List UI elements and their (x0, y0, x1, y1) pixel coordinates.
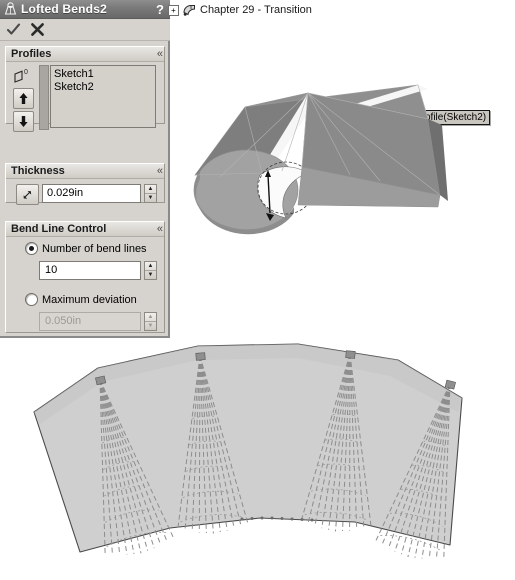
profiles-selection-list[interactable]: Sketch1 Sketch2 (50, 65, 156, 128)
stepper-down-icon: ▼ (147, 323, 154, 329)
part-document-icon (182, 3, 197, 17)
chevron-collapse-icon[interactable]: « (157, 165, 163, 177)
feature-tree-label: Chapter 29 - Transition (200, 4, 312, 16)
radio-maximum-deviation[interactable]: Maximum deviation (25, 293, 137, 306)
group-thickness: Thickness « 0.029in ▲ ▼ (5, 163, 165, 205)
svg-text:0: 0 (24, 69, 28, 76)
maximum-deviation-stepper: ▲ ▼ (144, 312, 157, 331)
radio-indicator[interactable] (25, 242, 38, 255)
cancel-button[interactable] (30, 22, 45, 37)
move-profile-down-button[interactable] (13, 111, 34, 132)
number-of-bend-lines-input[interactable]: 10 (39, 261, 141, 280)
group-bend-line-control-title: Bend Line Control (11, 223, 107, 235)
property-manager-titlebar: Lofted Bends2 ? (0, 0, 170, 19)
square-to-round-transition-model[interactable] (190, 55, 500, 245)
expand-icon[interactable]: + (168, 4, 179, 16)
group-thickness-title: Thickness (11, 165, 65, 177)
selection-color-strip (39, 65, 49, 130)
ok-button[interactable] (6, 22, 21, 37)
stepper-down-icon[interactable]: ▼ (145, 194, 156, 202)
stepper-up-icon: ▲ (145, 313, 156, 322)
group-bend-line-control-header[interactable]: Bend Line Control « (6, 222, 164, 237)
property-manager-panel: Lofted Bends2 ? Profiles « 0 Sketch1 Ske… (0, 0, 170, 338)
radio-indicator[interactable] (25, 293, 38, 306)
feature-tree-row[interactable]: + Chapter 29 - Transition (168, 3, 312, 17)
group-profiles-header[interactable]: Profiles « (6, 47, 164, 62)
radio-maximum-deviation-label: Maximum deviation (42, 293, 137, 306)
list-item[interactable]: Sketch2 (54, 81, 155, 94)
chevron-collapse-icon[interactable]: « (157, 223, 163, 235)
thickness-stepper[interactable]: ▲ ▼ (144, 184, 157, 203)
help-button[interactable]: ? (156, 3, 164, 16)
flat-pattern-with-bend-lines[interactable] (10, 340, 510, 578)
stepper-up-icon[interactable]: ▲ (145, 185, 156, 194)
move-profile-up-button[interactable] (13, 88, 34, 109)
profile-sketch-icon: 0 (13, 68, 35, 84)
list-item[interactable]: Sketch1 (54, 68, 155, 81)
property-manager-title: Lofted Bends2 (21, 2, 107, 16)
radio-number-of-bend-lines[interactable]: Number of bend lines (25, 242, 147, 255)
number-of-bend-lines-stepper[interactable]: ▲ ▼ (144, 261, 157, 280)
group-bend-line-control: Bend Line Control « Number of bend lines… (5, 221, 165, 333)
chevron-collapse-icon[interactable]: « (157, 48, 163, 60)
group-profiles-title: Profiles (11, 48, 52, 60)
lofted-bends-icon (3, 1, 18, 17)
stepper-down-icon[interactable]: ▼ (145, 271, 156, 279)
group-profiles: Profiles « 0 Sketch1 Sketch2 (5, 46, 165, 132)
property-manager-action-bar (0, 19, 170, 41)
group-thickness-header[interactable]: Thickness « (6, 164, 164, 179)
maximum-deviation-input: 0.050in (39, 312, 141, 331)
stepper-up-icon[interactable]: ▲ (145, 262, 156, 271)
radio-number-of-bend-lines-label: Number of bend lines (42, 242, 147, 255)
thickness-input[interactable]: 0.029in (42, 184, 141, 203)
reverse-direction-icon[interactable] (16, 184, 39, 205)
